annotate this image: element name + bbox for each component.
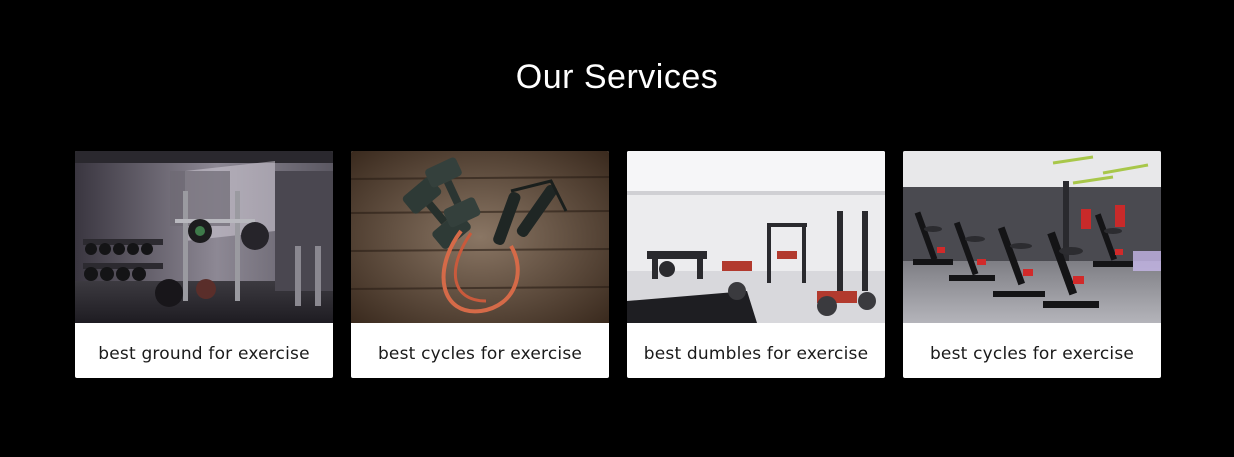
gym-weight-room-image <box>75 151 333 323</box>
service-card-label: best dumbles for exercise <box>643 343 869 364</box>
service-card-label: best ground for exercise <box>98 343 310 364</box>
service-card-cycles[interactable]: best cycles for exercise <box>351 151 609 378</box>
service-card-cycles-studio[interactable]: best cycles for exercise <box>903 151 1161 378</box>
dumbbells-band-image <box>351 151 609 323</box>
services-grid: best ground for exercise best cycles for… <box>75 151 1161 378</box>
service-card-ground[interactable]: best ground for exercise <box>75 151 333 378</box>
spin-bikes-image <box>903 151 1161 323</box>
service-card-dumbles[interactable]: best dumbles for exercise <box>627 151 885 378</box>
section-title: Our Services <box>515 58 719 96</box>
bright-gym-image <box>627 151 885 323</box>
service-card-label: best cycles for exercise <box>929 343 1135 364</box>
service-card-label: best cycles for exercise <box>377 343 583 364</box>
